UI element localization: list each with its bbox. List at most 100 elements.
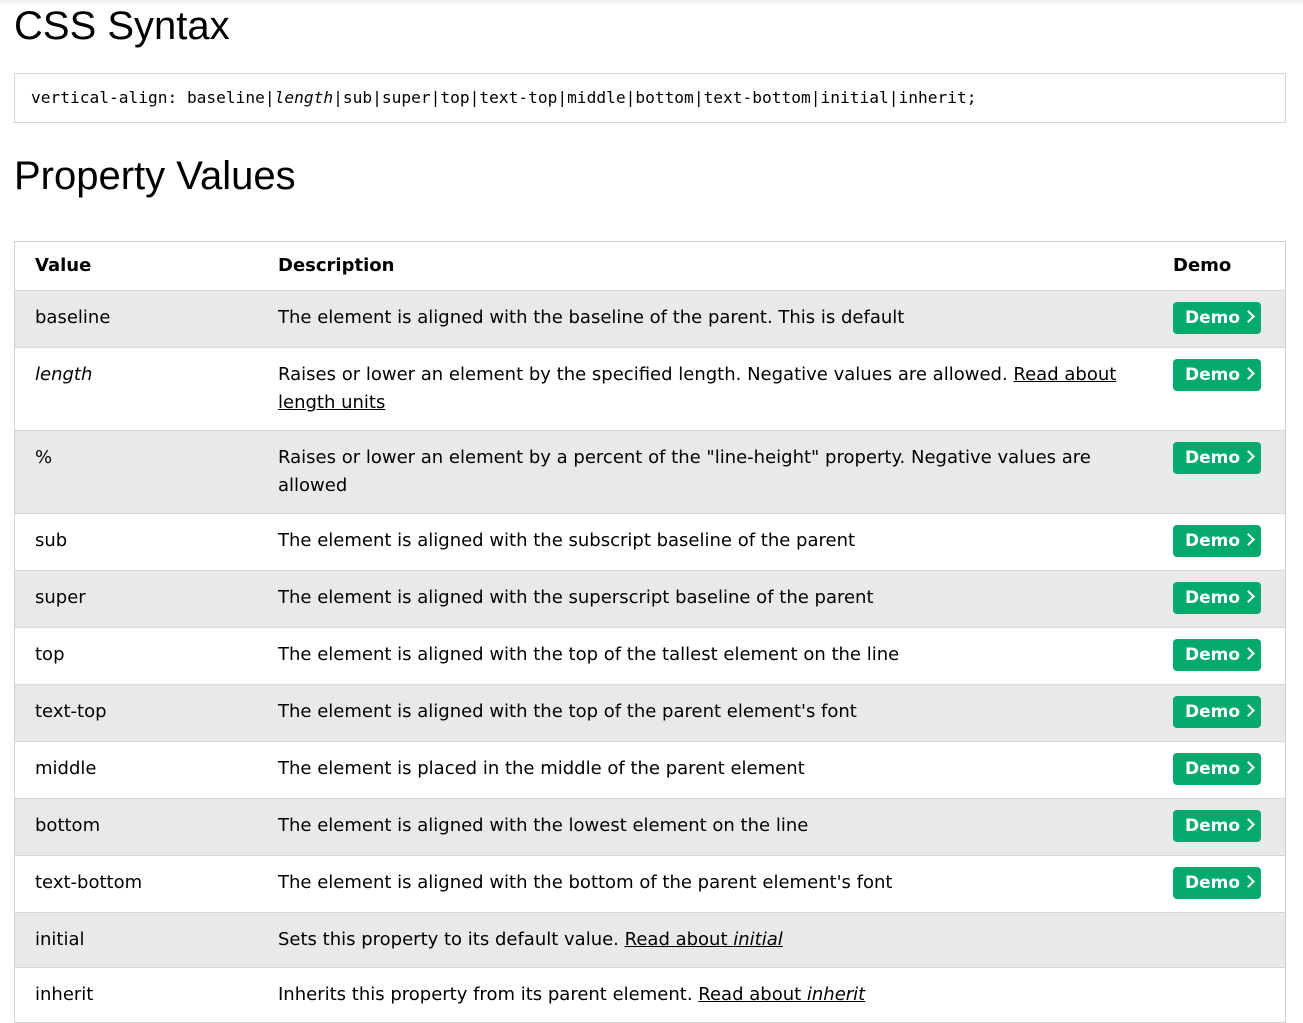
demo-button[interactable]: Demo (1173, 359, 1262, 391)
table-row: baseline The element is aligned with the … (14, 290, 1286, 348)
description-cell: Raises or lower an element by a percent … (258, 431, 1173, 514)
syntax-value: inherit (898, 88, 967, 107)
read-about-link-keyword: initial (733, 929, 783, 950)
syntax-separator: | (888, 88, 899, 107)
table-row: inherit Inherits this property from its p… (14, 967, 1286, 1023)
demo-cell: Demo (1173, 431, 1286, 514)
value-cell: baseline (35, 307, 111, 328)
description-cell: The element is aligned with the top of t… (258, 628, 1173, 685)
read-about-link-keyword: inherit (806, 984, 866, 1005)
value-cell: inherit (35, 984, 94, 1005)
demo-button[interactable]: Demo (1173, 753, 1262, 785)
syntax-separator: | (810, 88, 821, 107)
table-row: length Raises or lower an element by the … (14, 347, 1286, 431)
description-cell: The element is aligned with the lowest e… (258, 799, 1173, 856)
demo-cell: Demo (1173, 742, 1286, 799)
value-cell: top (35, 644, 65, 665)
description-text: The element is aligned with the subscrip… (278, 530, 856, 551)
read-about-link[interactable]: Read about inherit (698, 984, 865, 1005)
syntax-value: sub (342, 88, 373, 107)
table-row: text-bottom The element is aligned with t… (14, 855, 1286, 913)
description-text: The element is aligned with the baseline… (278, 307, 905, 328)
chevron-right-icon (1242, 761, 1255, 774)
description-cell: The element is aligned with the subscrip… (258, 514, 1173, 571)
demo-cell: Demo (1173, 291, 1286, 348)
demo-cell (1173, 968, 1286, 1023)
demo-button[interactable]: Demo (1173, 867, 1262, 899)
syntax-value: initial (820, 88, 889, 107)
read-about-link[interactable]: Read about initial (625, 929, 783, 950)
description-text: The element is aligned with the superscr… (278, 587, 874, 608)
syntax-value: middle (567, 88, 626, 107)
syntax-value: top (440, 88, 470, 107)
value-cell: bottom (35, 815, 101, 836)
table-row: middle The element is placed in the middl… (14, 741, 1286, 799)
table-row: % Raises or lower an element by a percent… (14, 430, 1286, 514)
value-cell: text-top (35, 701, 107, 722)
demo-button[interactable]: Demo (1173, 582, 1262, 614)
syntax-separator: | (469, 88, 480, 107)
demo-button[interactable]: Demo (1173, 639, 1262, 671)
description-cell: Sets this property to its default value.… (258, 913, 1173, 968)
chevron-right-icon (1242, 704, 1255, 717)
demo-button[interactable]: Demo (1173, 525, 1262, 557)
description-text: Raises or lower an element by the specif… (278, 364, 1008, 385)
syntax-separator: | (625, 88, 636, 107)
demo-button[interactable]: Demo (1173, 696, 1262, 728)
value-cell: text-bottom (35, 872, 143, 893)
table-body: baseline The element is aligned with the … (14, 290, 1286, 1023)
syntax-separator: | (264, 88, 275, 107)
syntax-code: vertical-align: baseline|length|sub|supe… (31, 88, 976, 107)
description-cell: The element is aligned with the superscr… (258, 571, 1173, 628)
read-about-link-text: Read about (698, 984, 807, 1005)
table-row: sub The element is aligned with the subsc… (14, 513, 1286, 571)
demo-button-label: Demo (1185, 645, 1241, 665)
description-text: The element is aligned with the top of t… (278, 701, 857, 722)
syntax-separator: | (333, 88, 343, 107)
header-demo: Demo (1173, 255, 1232, 276)
description-text: The element is aligned with the lowest e… (278, 815, 809, 836)
syntax-value: text-top (479, 88, 558, 107)
syntax-separator: | (430, 88, 441, 107)
chevron-right-icon (1242, 647, 1255, 660)
description-cell: The element is aligned with the bottom o… (258, 856, 1173, 913)
demo-cell (1173, 913, 1286, 968)
chevron-right-icon (1242, 367, 1255, 380)
demo-button-label: Demo (1185, 588, 1241, 608)
description-text: The element is aligned with the bottom o… (278, 872, 893, 893)
demo-button[interactable]: Demo (1173, 810, 1262, 842)
demo-button-label: Demo (1185, 702, 1241, 722)
syntax-value: baseline (186, 88, 265, 107)
property-values-heading: Property Values (14, 154, 296, 198)
description-cell: The element is aligned with the baseline… (258, 291, 1173, 348)
property-values-table: Value Description Demo baseline The eleme… (14, 241, 1286, 1023)
description-text: Raises or lower an element by a percent … (278, 447, 1091, 496)
demo-cell: Demo (1173, 685, 1286, 742)
demo-button[interactable]: Demo (1173, 302, 1262, 334)
demo-button-label: Demo (1185, 448, 1241, 468)
description-text: Inherits this property from its parent e… (278, 984, 693, 1005)
demo-cell: Demo (1173, 799, 1286, 856)
description-cell: The element is aligned with the top of t… (258, 685, 1173, 742)
table-row: bottom The element is aligned with the lo… (14, 798, 1286, 856)
demo-cell: Demo (1173, 856, 1286, 913)
demo-button-label: Demo (1185, 816, 1241, 836)
header-value: Value (35, 255, 92, 276)
syntax-separator: | (557, 88, 568, 107)
chevron-right-icon (1242, 450, 1255, 463)
value-cell: middle (35, 758, 97, 779)
demo-button-label: Demo (1185, 873, 1241, 893)
description-cell: Raises or lower an element by the specif… (258, 348, 1173, 431)
value-cell: sub (35, 530, 68, 551)
table-header-row: Value Description Demo (14, 242, 1286, 291)
chevron-right-icon (1242, 533, 1255, 546)
read-about-link-text: Read about (624, 929, 734, 950)
demo-button-label: Demo (1185, 365, 1241, 385)
description-text: The element is aligned with the top of t… (278, 644, 900, 665)
chevron-right-icon (1242, 818, 1255, 831)
value-cell: initial (35, 929, 85, 950)
demo-button[interactable]: Demo (1173, 442, 1262, 474)
syntax-value: length (274, 88, 334, 107)
chevron-right-icon (1242, 875, 1255, 888)
demo-button-label: Demo (1185, 759, 1241, 779)
